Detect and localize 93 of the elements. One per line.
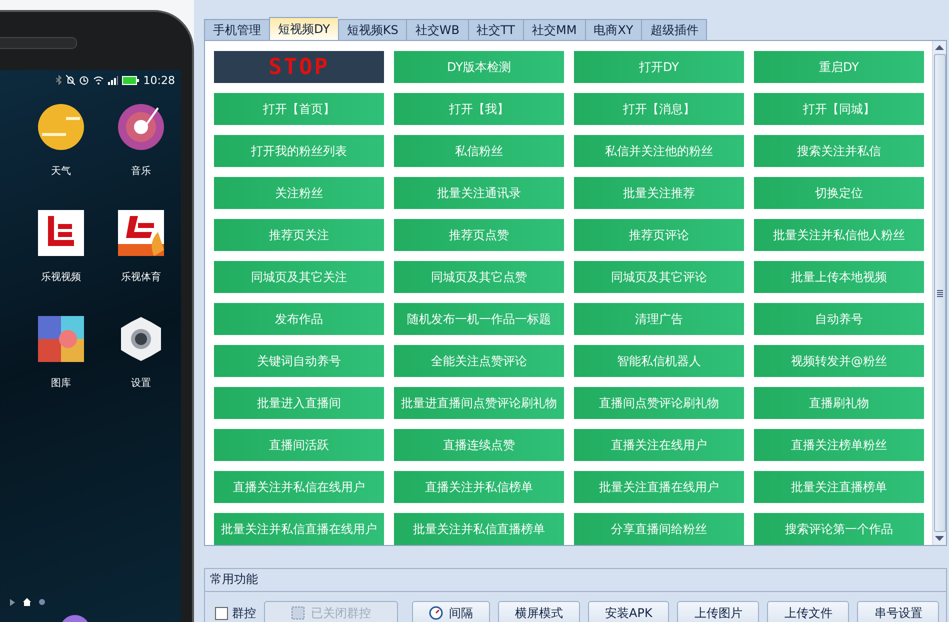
page-dot-icon[interactable] [39,599,45,605]
tab[interactable]: 超级插件 [641,19,708,40]
tab[interactable]: 电商XY [584,19,642,40]
toolbar-button[interactable]: 安装APK [588,601,670,622]
action-button[interactable]: 私信并关注他的粉丝 [574,135,744,167]
wifi-icon [93,76,104,84]
action-button[interactable]: 切换定位 [754,177,924,209]
tab[interactable]: 短视频DY [269,17,338,40]
action-button[interactable]: 关注粉丝 [214,177,384,209]
home-page-indicator-icon[interactable] [23,598,31,606]
app-label: 乐视体育 [121,270,161,284]
tab[interactable]: 短视频KS [338,19,406,40]
weather-icon[interactable] [38,104,84,150]
app-label: 乐视视频 [41,270,81,284]
tab[interactable]: 社交MM [522,19,585,40]
battery-icon [122,76,140,84]
action-button[interactable]: 批量关注推荐 [574,177,744,209]
app-label: 图库 [51,376,71,390]
toolbar-button[interactable]: 上传文件 [767,601,850,622]
action-button[interactable]: 重启DY [754,51,924,83]
action-button[interactable]: 自动养号 [754,303,924,335]
action-button[interactable]: 随机发布一机一作品一标题 [394,303,564,335]
group-title: 常用功能 [205,569,946,592]
status-time: 10:28 [143,74,175,86]
action-button[interactable]: 打开【我】 [394,93,564,125]
toolbar-button[interactable]: 间隔 [412,601,490,622]
action-button[interactable]: 同城页及其它评论 [574,261,744,293]
action-button[interactable]: 直播关注在线用户 [574,429,744,461]
action-button[interactable]: 直播关注榜单粉丝 [754,429,924,461]
action-button[interactable]: 同城页及其它点赞 [394,261,564,293]
action-button[interactable]: 直播关注并私信榜单 [394,471,564,503]
scroll-up-icon[interactable] [935,45,944,50]
action-button[interactable]: 打开【首页】 [214,93,384,125]
action-button[interactable]: 视频转发并@粉丝 [754,345,924,377]
action-button[interactable]: 推荐页关注 [214,219,384,251]
action-button[interactable]: 批量关注并私信直播在线用户 [214,513,384,545]
app-label: 设置 [131,376,151,390]
action-button[interactable]: 分享直播间给粉丝 [574,513,744,545]
action-button[interactable]: 推荐页评论 [574,219,744,251]
scroll-thumb[interactable] [934,54,946,532]
bluetooth-icon [56,75,62,85]
app-label: 音乐 [131,164,151,178]
toolbar-button[interactable]: 横屏模式 [498,601,580,622]
checkbox-label: 群控 [232,604,256,622]
tab[interactable]: 社交TT [468,19,523,40]
alarm-icon [79,75,90,85]
action-button[interactable]: 推荐页点赞 [394,219,564,251]
checkbox[interactable] [215,606,228,620]
action-button[interactable]: 直播连续点赞 [394,429,564,461]
back-arrow-icon [10,598,15,606]
gear-icon[interactable] [118,316,164,362]
signal-icon [108,76,118,84]
action-button[interactable]: 智能私信机器人 [574,345,744,377]
action-button[interactable]: 直播刷礼物 [754,387,924,419]
dashed-square-icon [291,606,305,620]
action-button[interactable]: 直播关注并私信在线用户 [214,471,384,503]
action-button[interactable]: 直播间点赞评论刷礼物 [574,387,744,419]
action-button[interactable]: 搜索关注并私信 [754,135,924,167]
action-button[interactable]: 打开DY [574,51,744,83]
action-button[interactable]: 发布作品 [214,303,384,335]
action-button[interactable]: 批量进直播间点赞评论刷礼物 [394,387,564,419]
action-button[interactable]: DY版本检测 [394,51,564,83]
grip-icon [936,290,942,296]
action-button[interactable]: 清理广告 [574,303,744,335]
action-button[interactable]: 打开【同城】 [754,93,924,125]
action-button[interactable]: 直播间活跃 [214,429,384,461]
toolbar-button[interactable]: 上传图片 [677,601,760,622]
action-button[interactable]: 批量关注并私信直播榜单 [394,513,564,545]
action-button[interactable]: 批量关注直播榜单 [754,471,924,503]
action-button[interactable]: 同城页及其它关注 [214,261,384,293]
action-button[interactable]: 批量上传本地视频 [754,261,924,293]
scrollbar[interactable] [932,41,946,545]
action-button[interactable]: 私信粉丝 [394,135,564,167]
app-label: 天气 [51,165,71,178]
action-button[interactable]: 批量关注直播在线用户 [574,471,744,503]
action-button[interactable]: 打开【消息】 [574,93,744,125]
toolbar-button[interactable]: 串号设置 [857,601,940,622]
letter-le-icon[interactable] [38,210,84,256]
action-button[interactable]: 关键词自动养号 [214,345,384,377]
action-button[interactable]: 批量关注并私信他人粉丝 [754,219,924,251]
tab[interactable]: 社交WB [406,19,468,40]
action-button[interactable]: 打开我的粉丝列表 [214,135,384,167]
stop-button[interactable]: STOP [214,51,384,83]
letter-le-flame-icon[interactable] [118,210,164,256]
action-button[interactable]: 批量关注通讯录 [394,177,564,209]
scroll-down-icon[interactable] [935,536,944,541]
action-button[interactable]: 全能关注点赞评论 [394,345,564,377]
music-disc-icon[interactable] [118,104,164,150]
muted-bell-icon [66,75,76,85]
action-button[interactable]: 搜索评论第一个作品 [754,513,924,545]
gauge-icon [429,606,443,620]
action-button[interactable]: 批量进入直播间 [214,387,384,419]
tab[interactable]: 手机管理 [204,19,269,40]
